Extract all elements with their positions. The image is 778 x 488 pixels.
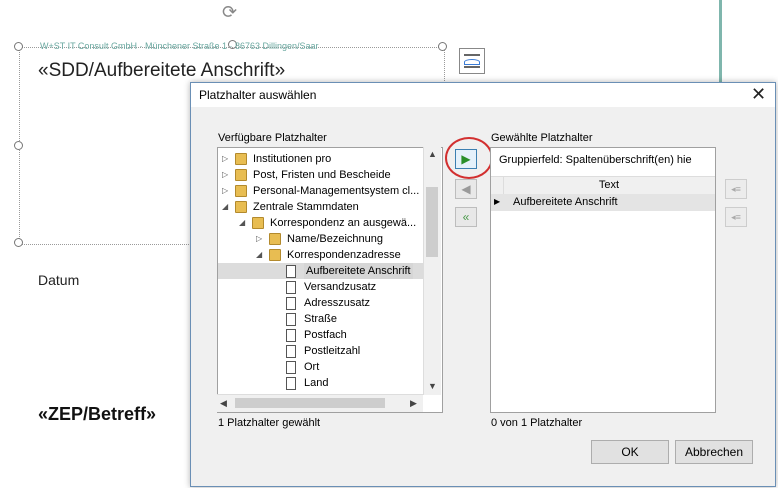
document-icon [286, 345, 296, 358]
move-up-button[interactable]: ◂≡ [725, 179, 747, 199]
expand-toggle-icon[interactable]: ▷ [256, 231, 262, 247]
tree-item[interactable]: Aufbereitete Anschrift [218, 263, 424, 279]
tree-item[interactable]: Straße [218, 311, 424, 327]
ok-button[interactable]: OK [591, 440, 669, 464]
tree-item[interactable]: ◢ Korrespondenz an ausgewä... [218, 215, 424, 231]
folder-icon [235, 201, 247, 213]
tree-item-label: Zentrale Stammdaten [253, 201, 359, 213]
tree-item[interactable]: Adresszusatz [218, 295, 424, 311]
tree-item-label: Post, Fristen und Bescheide [253, 169, 391, 181]
dialog-title: Platzhalter auswählen [199, 88, 317, 102]
frame-handle-bottom-left[interactable] [14, 238, 23, 247]
add-placeholder-button[interactable]: ▶ [455, 149, 477, 169]
available-label: Verfügbare Platzhalter [218, 132, 327, 144]
remove-all-button[interactable]: « [455, 207, 477, 227]
folder-icon [235, 169, 247, 181]
tree-item[interactable]: Ort [218, 359, 424, 375]
folder-icon [235, 185, 247, 197]
available-tree[interactable]: ▷ Institutionen pro ▷ Post, Fristen und Bes… [217, 147, 443, 413]
frame-handle-top-left[interactable] [14, 42, 23, 51]
document-icon [286, 281, 296, 294]
tree-horizontal-scrollbar[interactable]: ◀ ▶ [217, 394, 423, 412]
tree-item-label: Korrespondenzadresse [287, 249, 401, 261]
scroll-thumb[interactable] [426, 187, 438, 257]
scroll-left-icon[interactable]: ◀ [220, 398, 227, 409]
selected-row-text: Aufbereitete Anschrift [513, 196, 618, 208]
document-icon [286, 297, 296, 310]
expand-toggle-icon[interactable]: ▷ [222, 167, 228, 183]
selected-status: 0 von 1 Platzhalter [491, 417, 583, 429]
tree-item-label: Name/Bezeichnung [287, 233, 384, 245]
expand-toggle-icon[interactable]: ◢ [256, 247, 262, 263]
close-icon[interactable]: ✕ [751, 84, 766, 105]
tree-item[interactable]: ◢ Zentrale Stammdaten [218, 199, 424, 215]
tree-item[interactable]: Postleitzahl [218, 343, 424, 359]
move-down-button[interactable]: ◂≡ [725, 207, 747, 227]
tree-item-label: Versandzusatz [304, 281, 377, 293]
document-icon [286, 329, 296, 342]
expand-toggle-icon[interactable]: ◢ [239, 215, 245, 231]
placeholder-dialog: Platzhalter auswählen ✕ Verfügbare Platz… [190, 82, 776, 487]
tree-item-label: Postfach [304, 329, 347, 341]
frame-handle-left[interactable] [14, 141, 23, 150]
tree-item-label: Straße [304, 313, 338, 325]
selected-list[interactable]: Gruppierfeld: Spaltenüberschrift(en) hie… [490, 147, 716, 413]
tree-item-label: Ort [304, 361, 320, 373]
selected-label: Gewählte Platzhalter [491, 132, 593, 144]
folder-icon [269, 233, 281, 245]
anschrift-field[interactable]: «SDD/Aufbereitete Anschrift» [38, 60, 285, 82]
folder-icon [269, 249, 281, 261]
group-field-hint: Gruppierfeld: Spaltenüberschrift(en) hie [499, 154, 692, 166]
sender-address-line: W+ST IT Consult GmbH · Münchener Straße … [40, 41, 319, 51]
tree-item[interactable]: Postfach [218, 327, 424, 343]
folder-icon [235, 153, 247, 165]
betreff-field[interactable]: «ZEP/Betreff» [38, 404, 156, 425]
tree-item[interactable]: ◢ Korrespondenzadresse [218, 247, 424, 263]
tree-item-label: Institutionen pro [253, 153, 332, 165]
expand-toggle-icon[interactable]: ▷ [222, 183, 228, 199]
tree-item-label: Aufbereitete Anschrift [304, 263, 413, 279]
tree-item[interactable]: Versandzusatz [218, 279, 424, 295]
tree-item-label: Adresszusatz [304, 297, 371, 309]
document-icon [286, 377, 296, 390]
folder-icon [252, 217, 264, 229]
tree-item[interactable]: ▷ Institutionen pro [218, 151, 424, 167]
document-icon [286, 265, 296, 278]
column-header-row: Text [491, 176, 715, 195]
layout-options-icon[interactable] [459, 48, 485, 74]
hscroll-thumb[interactable] [235, 398, 385, 408]
column-header-text[interactable]: Text [503, 179, 715, 191]
scroll-up-icon[interactable]: ▲ [428, 149, 437, 159]
rotate-handle-icon[interactable]: ⟳ [222, 2, 237, 23]
tree-item[interactable]: ▷ Name/Bezeichnung [218, 231, 424, 247]
dialog-titlebar: Platzhalter auswählen ✕ [191, 83, 775, 107]
document-icon [286, 361, 296, 374]
tree-item[interactable]: ▷ Personal-Managementsystem cl... [218, 183, 424, 199]
available-status: 1 Platzhalter gewählt [218, 417, 321, 429]
tree-item-label: Korrespondenz an ausgewä... [270, 217, 417, 229]
tree-item-label: Personal-Managementsystem cl... [253, 185, 420, 197]
cancel-button[interactable]: Abbrechen [675, 440, 753, 464]
scroll-down-icon[interactable]: ▼ [428, 381, 437, 391]
tree-vertical-scrollbar[interactable]: ▲ ▼ [423, 147, 441, 395]
scroll-right-icon[interactable]: ▶ [410, 398, 417, 409]
tree-item-label: Postleitzahl [304, 345, 361, 357]
tree-item[interactable]: ▷ Post, Fristen und Bescheide [218, 167, 424, 183]
datum-label: Datum [38, 272, 80, 288]
selected-row[interactable]: ▶ Aufbereitete Anschrift [491, 194, 715, 211]
margin-bar [719, 0, 722, 88]
expand-toggle-icon[interactable]: ◢ [222, 199, 228, 215]
frame-handle-top-right[interactable] [438, 42, 447, 51]
document-icon [286, 313, 296, 326]
row-pointer-icon: ▶ [494, 197, 501, 206]
expand-toggle-icon[interactable]: ▷ [222, 151, 228, 167]
tree-item[interactable]: Land [218, 375, 424, 391]
remove-placeholder-button[interactable]: ◀ [455, 179, 477, 199]
tree-item-label: Land [304, 377, 329, 389]
